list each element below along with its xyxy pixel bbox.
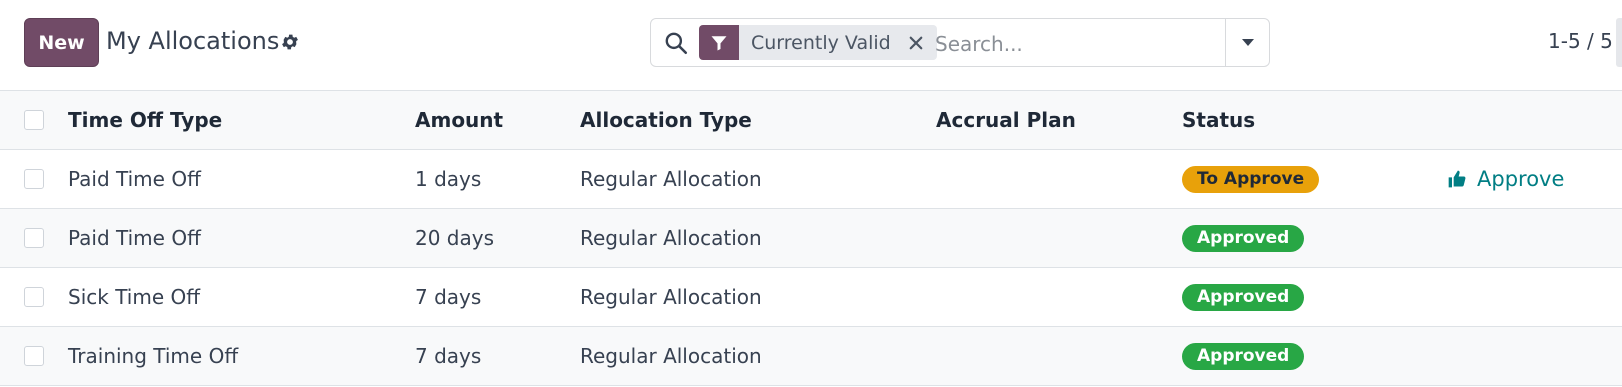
- select-all-checkbox[interactable]: [24, 110, 44, 130]
- status-badge: Approved: [1182, 283, 1305, 311]
- amount-cell: 20 days: [415, 226, 495, 250]
- close-icon[interactable]: [907, 34, 925, 52]
- status-cell: Approved: [1182, 209, 1305, 267]
- allocation-type-cell: Regular Allocation: [580, 167, 762, 191]
- pager-value[interactable]: 1-5 / 5: [1548, 29, 1613, 53]
- time-off-type-cell: Paid Time Off: [68, 167, 201, 191]
- allocations-list: Time Off Type Amount Allocation Type Acc…: [0, 90, 1622, 386]
- filter-icon: [699, 25, 739, 60]
- row-checkbox[interactable]: [24, 346, 44, 366]
- status-cell: To Approve: [1182, 150, 1320, 208]
- page-title: My Allocations: [106, 27, 280, 55]
- column-header-time-off-type[interactable]: Time Off Type: [68, 91, 222, 149]
- approve-label: Approve: [1477, 167, 1565, 191]
- column-header-status[interactable]: Status: [1182, 91, 1255, 149]
- status-cell: Approved: [1182, 268, 1305, 326]
- status-badge: Approved: [1182, 342, 1305, 370]
- search-icon[interactable]: [663, 30, 689, 56]
- row-checkbox[interactable]: [24, 228, 44, 248]
- table-row[interactable]: Training Time Off 7 days Regular Allocat…: [0, 327, 1622, 386]
- column-header-allocation-type[interactable]: Allocation Type: [580, 91, 752, 149]
- thumbs-up-icon: [1448, 170, 1466, 188]
- amount-cell: 7 days: [415, 344, 482, 368]
- approve-button[interactable]: Approve: [1447, 150, 1564, 208]
- caret-down-icon: [1241, 38, 1254, 46]
- control-panel: New My Allocations Currently Valid 1-5 /…: [0, 0, 1622, 88]
- allocation-type-cell: Regular Allocation: [580, 226, 762, 250]
- table-row[interactable]: Sick Time Off 7 days Regular Allocation …: [0, 268, 1622, 327]
- row-checkbox[interactable]: [24, 169, 44, 189]
- search-input[interactable]: [933, 27, 1217, 61]
- search-options-toggle[interactable]: [1225, 19, 1269, 66]
- column-header-amount[interactable]: Amount: [415, 91, 503, 149]
- search-bar: Currently Valid: [650, 18, 1270, 67]
- allocation-type-cell: Regular Allocation: [580, 344, 762, 368]
- gear-icon[interactable]: [280, 32, 300, 52]
- new-button[interactable]: New: [24, 18, 99, 67]
- amount-cell: 1 days: [415, 167, 482, 191]
- search-facet: Currently Valid: [699, 25, 937, 60]
- status-cell: Approved: [1182, 327, 1305, 385]
- time-off-type-cell: Paid Time Off: [68, 226, 201, 250]
- pager-next-button[interactable]: [1616, 18, 1622, 67]
- table-header: Time Off Type Amount Allocation Type Acc…: [0, 90, 1622, 150]
- facet-label: Currently Valid: [751, 31, 891, 54]
- status-badge: To Approve: [1182, 165, 1320, 193]
- status-badge: Approved: [1182, 224, 1305, 252]
- table-row[interactable]: Paid Time Off 1 days Regular Allocation …: [0, 150, 1622, 209]
- row-checkbox[interactable]: [24, 287, 44, 307]
- time-off-type-cell: Sick Time Off: [68, 285, 201, 309]
- table-row[interactable]: Paid Time Off 20 days Regular Allocation…: [0, 209, 1622, 268]
- column-header-accrual-plan[interactable]: Accrual Plan: [936, 91, 1076, 149]
- allocation-type-cell: Regular Allocation: [580, 285, 762, 309]
- time-off-type-cell: Training Time Off: [68, 344, 239, 368]
- amount-cell: 7 days: [415, 285, 482, 309]
